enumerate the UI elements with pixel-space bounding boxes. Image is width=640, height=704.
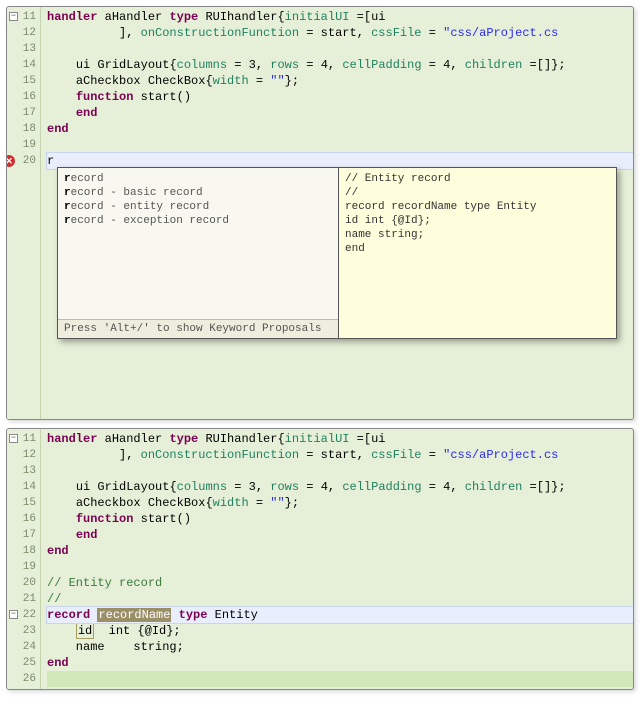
fold-toggle-icon[interactable]: − (9, 610, 18, 619)
line-number: 15 (7, 73, 40, 89)
proposal-item[interactable]: record (64, 172, 332, 186)
line-number: 16 (7, 89, 40, 105)
fold-toggle-icon[interactable]: − (9, 12, 18, 21)
line-number: 21 (7, 591, 40, 607)
error-icon[interactable]: ✕ (6, 155, 15, 167)
proposal-items: record record - basic record record - en… (58, 168, 338, 319)
code-line: name string; (47, 639, 633, 655)
code-line: // (47, 591, 633, 607)
line-number: −11 (7, 431, 40, 447)
line-number: 18 (7, 543, 40, 559)
code-line: ], onConstructionFunction = start, cssFi… (47, 25, 633, 41)
code-line: end (47, 543, 633, 559)
code-line (47, 463, 633, 479)
proposal-item[interactable]: record - entity record (64, 200, 332, 214)
line-number: 17 (7, 527, 40, 543)
code-line: end (47, 655, 633, 671)
code-line: aCheckbox CheckBox{width = ""}; (47, 495, 633, 511)
gutter-bottom: −11 12 13 14 15 16 17 18 19 20 21 −22 23… (7, 429, 41, 689)
code-line (47, 137, 633, 153)
line-number: 23 (7, 623, 40, 639)
gutter-top: −11 12 13 14 15 16 17 18 19 ✕20 (7, 7, 41, 419)
line-number: −11 (7, 9, 40, 25)
line-number: 19 (7, 137, 40, 153)
fold-toggle-icon[interactable]: − (9, 434, 18, 443)
code-line: end (47, 527, 633, 543)
proposal-doc-panel: // Entity record // record recordName ty… (338, 168, 616, 338)
line-number: 24 (7, 639, 40, 655)
line-number: 16 (7, 511, 40, 527)
line-number: 19 (7, 559, 40, 575)
autocomplete-popup: record record - basic record record - en… (57, 167, 617, 339)
code-line: // Entity record (47, 575, 633, 591)
line-number: ✕20 (7, 153, 40, 169)
line-number: −22 (7, 607, 40, 623)
proposal-item[interactable]: record - basic record (64, 186, 332, 200)
code-line: id int {@Id}; (47, 623, 633, 639)
selected-identifier[interactable]: recordName (97, 608, 171, 622)
proposal-list[interactable]: record record - basic record record - en… (58, 168, 338, 338)
line-number: 18 (7, 121, 40, 137)
line-number: 13 (7, 463, 40, 479)
line-number: 20 (7, 575, 40, 591)
line-number: 12 (7, 447, 40, 463)
code-line: end (47, 121, 633, 137)
proposal-status-bar: Press 'Alt+/' to show Keyword Proposals (58, 319, 338, 338)
code-line: ], onConstructionFunction = start, cssFi… (47, 447, 633, 463)
code-line: ui GridLayout{columns = 3, rows = 4, cel… (47, 479, 633, 495)
line-number: 14 (7, 479, 40, 495)
code-line: aCheckbox CheckBox{width = ""}; (47, 73, 633, 89)
code-line: function start() (47, 511, 633, 527)
code-line-current: record recordName type Entity (47, 607, 633, 623)
code-line: handler aHandler type RUIhandler{initial… (47, 9, 633, 25)
code-line: ui GridLayout{columns = 3, rows = 4, cel… (47, 57, 633, 73)
editor-pane-top: −11 12 13 14 15 16 17 18 19 ✕20 handler … (6, 6, 634, 420)
code-area-top[interactable]: handler aHandler type RUIhandler{initial… (41, 7, 633, 171)
editor-pane-bottom: −11 12 13 14 15 16 17 18 19 20 21 −22 23… (6, 428, 634, 690)
line-number: 26 (7, 671, 40, 687)
line-number: 15 (7, 495, 40, 511)
code-line (47, 41, 633, 57)
code-line (47, 671, 633, 687)
code-line: end (47, 105, 633, 121)
proposal-item[interactable]: record - exception record (64, 214, 332, 228)
line-number: 25 (7, 655, 40, 671)
line-number: 14 (7, 57, 40, 73)
line-number: 13 (7, 41, 40, 57)
linked-edit-box[interactable]: id (76, 623, 94, 639)
line-number: 12 (7, 25, 40, 41)
code-area-bottom[interactable]: handler aHandler type RUIhandler{initial… (41, 429, 633, 689)
code-line: handler aHandler type RUIhandler{initial… (47, 431, 633, 447)
code-line (47, 559, 633, 575)
line-number: 17 (7, 105, 40, 121)
code-line: function start() (47, 89, 633, 105)
